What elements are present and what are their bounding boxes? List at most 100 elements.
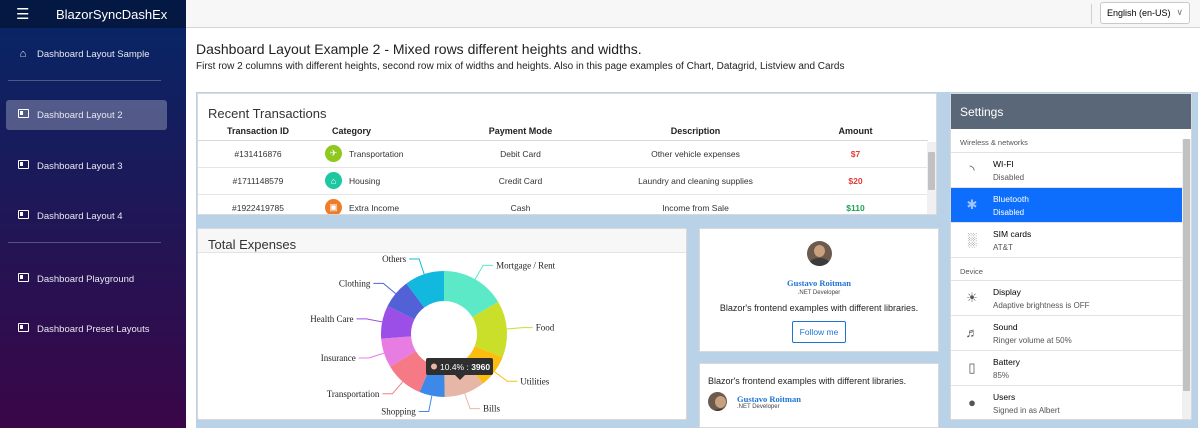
settings-item-subtitle: Disabled [993,208,1025,217]
app-brand[interactable]: BlazorSyncDashEx [56,7,167,22]
sidebar-item-dashboard-layout-2[interactable]: Dashboard Layout 2 [6,100,167,130]
settings-item-display[interactable]: ☀ Display Adaptive brightness is OFF [951,280,1191,315]
profile-name[interactable]: Gustavo Roitman [737,394,801,404]
column-header[interactable]: Description [608,122,783,141]
battery-icon: ▯ [968,360,976,375]
column-header[interactable]: Transaction ID [198,122,318,141]
slice-label: Health Care [310,314,353,324]
bluetooth-icon: ✱ [966,197,978,212]
settings-item-wifi[interactable]: ◝ WI-FI Disabled [951,152,1191,187]
connector-line [356,318,383,323]
avatar [806,241,832,266]
sidebar-item-dashboard-layout-sample[interactable]: ⌂ Dashboard Layout Sample [6,39,167,69]
sidebar: ☰ BlazorSyncDashEx ⌂ Dashboard Layout Sa… [0,0,186,428]
settings-group-header: Device [951,257,1191,280]
category-label: Transportation [349,148,404,159]
settings-item-battery[interactable]: ▯ Battery 85% [951,350,1191,385]
hamburger-menu-icon[interactable]: ☰ [16,5,56,23]
transaction-id: #131416876 [198,140,318,168]
connector-line [494,371,518,382]
settings-item-sim-cards[interactable]: ░ SIM cards AT&T [951,222,1191,257]
dashboard-icon [9,109,37,121]
category-label: Extra Income [349,202,400,213]
table-row[interactable]: #1711148579 ⌂ Housing Credit Card Laundry… [198,167,928,195]
sidebar-item-label: Dashboard Playground [37,273,135,285]
column-header[interactable]: Payment Mode [433,122,608,141]
connector-line [373,282,396,295]
settings-item-subtitle: AT&T [993,243,1013,252]
follow-me-button[interactable]: Follow me [791,321,847,343]
description: Other vehicle expenses [608,140,783,168]
brightness-icon: ☀ [966,290,978,305]
sidebar-item-dashboard-layout-3[interactable]: Dashboard Layout 3 [6,151,167,181]
sidebar-item-label: Dashboard Layout 3 [37,160,123,172]
slice-label: Clothing [339,278,371,288]
settings-item-subtitle: 85% [993,371,1010,380]
settings-title: Settings [951,94,1191,129]
sidebar-item-dashboard-preset-layouts[interactable]: Dashboard Preset Layouts [6,314,167,344]
panel-title: Total Expenses [208,237,297,252]
profile-role: .NET Developer [737,403,780,410]
column-header[interactable]: Category [318,122,433,141]
connector-line [382,381,404,395]
connector-line [358,352,385,359]
settings-item-subtitle: Ringer volume at 50% [993,336,1072,345]
user-icon: ● [968,395,976,410]
slice-label: Insurance [321,353,356,363]
settings-item-subtitle: Adaptive brightness is OFF [993,301,1090,310]
topbar-divider [1091,4,1092,24]
settings-item-title: Battery [993,357,1020,367]
profile-description: Blazor's frontend examples with differen… [708,376,907,386]
connector-line [418,395,433,413]
grid-header-row: Transaction ID Category Payment Mode Des… [198,122,928,141]
settings-item-subtitle: Disabled [993,173,1025,182]
sidebar-item-label: Dashboard Preset Layouts [37,323,150,335]
house-icon: ⌂ [325,172,342,189]
plane-icon: ✈ [325,145,342,162]
settings-item-bluetooth[interactable]: ✱ Bluetooth Disabled [951,187,1191,222]
profile-name[interactable]: Gustavo Roitman [700,278,938,288]
dashboard-layout: Recent Transactions Transaction ID Categ… [196,92,1198,428]
avatar [708,392,727,411]
amount: $110 [783,194,928,214]
slice-label: Transportation [327,389,380,399]
recent-transactions-panel: Recent Transactions Transaction ID Categ… [197,93,937,215]
sidebar-item-label: Dashboard Layout Sample [37,48,150,60]
sidebar-item-label: Dashboard Layout 2 [37,109,123,121]
volume-icon: ♬ [965,325,979,340]
sidebar-item-dashboard-playground[interactable]: Dashboard Playground [6,264,167,294]
settings-scrollbar[interactable] [1182,139,1191,419]
home-icon: ⌂ [19,48,27,60]
payment-mode: Credit Card [433,167,608,195]
dashboard-icon [9,273,37,285]
sidebar-item-dashboard-layout-4[interactable]: Dashboard Layout 4 [6,201,167,231]
settings-item-title: Users [993,392,1016,402]
table-row[interactable]: #131416876 ✈ Transportation Debit Card Ot… [198,140,928,168]
scroll-thumb[interactable] [928,152,935,190]
income-icon: ▣ [325,199,342,214]
profile-card-2: Blazor's frontend examples with differen… [699,363,939,428]
table-row[interactable]: #1922419785 ▣ Extra Income Cash Income fr… [198,194,928,214]
grid-scrollbar[interactable] [927,142,936,214]
settings-item-users[interactable]: ● Users Signed in as Albert [951,385,1191,419]
page-subtitle: First row 2 columns with different heigh… [196,61,845,72]
slice-label: Others [382,254,406,264]
language-select-value: English (en-US) [1107,8,1171,18]
settings-item-title: Bluetooth [993,194,1029,204]
transaction-id: #1922419785 [198,194,318,214]
settings-group-header: Wireless & networks [960,138,1028,147]
signal-icon: ░ [967,232,977,247]
connector-line [409,258,425,275]
settings-item-sound[interactable]: ♬ Sound Ringer volume at 50% [951,315,1191,350]
amount: $7 [783,140,928,168]
expenses-pie-chart: Mortgage / Rent Food Utilities Bills Shoppin… [310,254,555,416]
language-select[interactable]: English (en-US) ∨ [1100,2,1190,24]
slice-label: Mortgage / Rent [496,260,555,270]
scroll-thumb[interactable] [1183,139,1190,391]
wifi-icon: ◝ [969,162,975,177]
settings-item-title: SIM cards [993,229,1032,239]
settings-panel: Settings Wireless & networks ◝ WI-FI Dis… [950,93,1192,420]
slice-label: Food [536,323,555,333]
column-header[interactable]: Amount [783,122,928,141]
connector-line [474,264,494,280]
